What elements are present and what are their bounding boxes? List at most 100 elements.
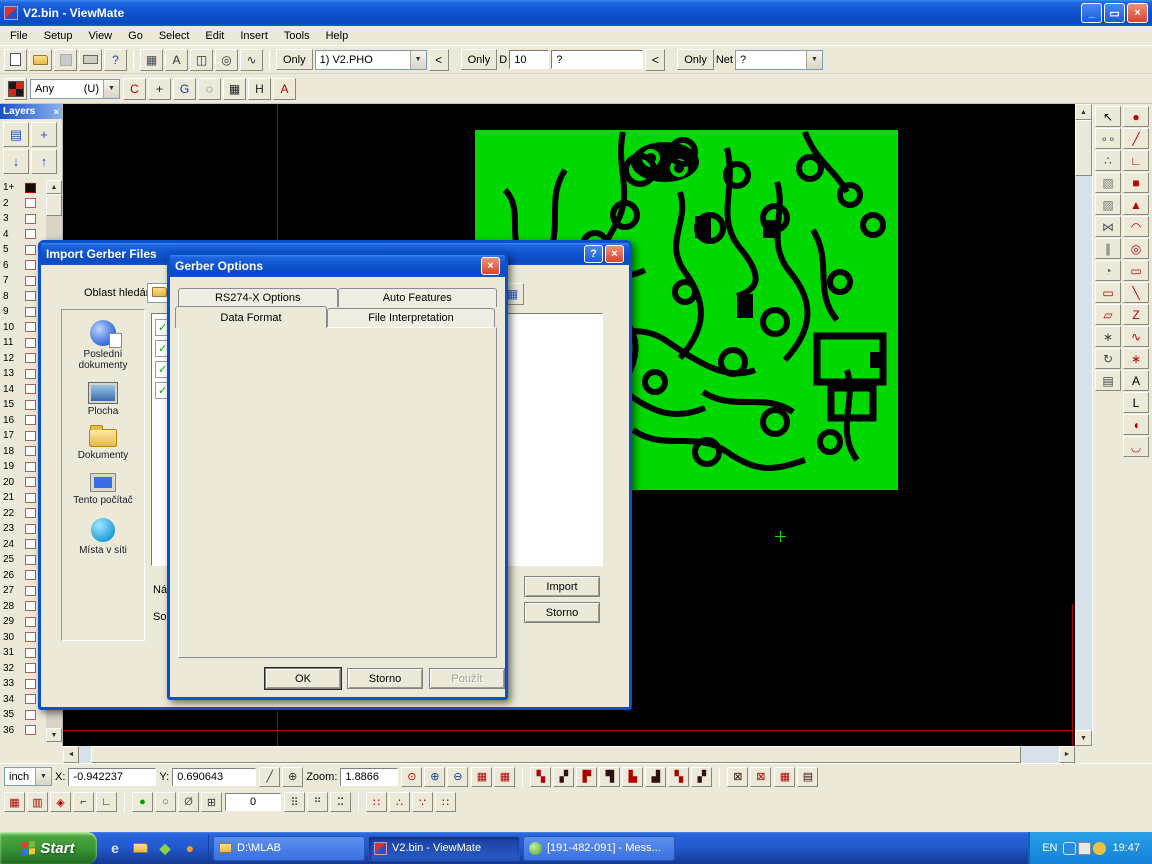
rotate-icon[interactable]: ↻ — [1095, 348, 1121, 369]
red-dots-1-icon[interactable]: ∷ — [366, 792, 387, 812]
cancel-button[interactable]: Storno — [347, 668, 423, 689]
pad-pattern-6-icon[interactable]: ▟ — [645, 767, 666, 787]
tool-bars-icon[interactable]: ◫ — [190, 49, 213, 71]
layer-color-box[interactable] — [25, 570, 36, 580]
layer-color-box[interactable] — [25, 601, 36, 611]
layer-color-box[interactable] — [25, 245, 36, 255]
layer-color-box[interactable] — [25, 617, 36, 627]
explorer-folder-icon[interactable] — [131, 839, 149, 857]
place-posledn-dokumenty[interactable]: Poslední dokumenty — [64, 320, 142, 371]
menu-insert[interactable]: Insert — [232, 28, 276, 44]
draw-rect-filled-icon[interactable]: ■ — [1123, 172, 1149, 193]
hatch-fill-icon[interactable]: ▨ — [1095, 194, 1121, 215]
print-icon[interactable] — [79, 49, 102, 71]
layer-color-box[interactable] — [25, 384, 36, 394]
output-icon[interactable]: ▤ — [1095, 370, 1121, 391]
layer-color-box[interactable] — [25, 276, 36, 286]
only-dcode-toggle[interactable]: Only — [461, 49, 498, 70]
layers-panel-header[interactable]: Layers × — [0, 104, 62, 119]
place-tento-po-ta[interactable]: Tento počítač — [64, 473, 142, 506]
dot-matrix-1-icon[interactable]: ⠿ — [284, 792, 305, 812]
scroll-down-icon[interactable]: ▼ — [1075, 730, 1092, 746]
layer-row[interactable]: 3 — [0, 211, 46, 227]
dcode-table-icon[interactable]: ▦ — [140, 49, 163, 71]
menu-file[interactable]: File — [2, 28, 36, 44]
dcode-filter-input[interactable]: ? — [551, 50, 643, 69]
horizontal-scrollbar[interactable]: ◄ ► — [63, 746, 1075, 763]
layer-row[interactable]: 2 — [0, 196, 46, 212]
mirror-icon[interactable]: ⋈ — [1095, 216, 1121, 237]
layer-color-box[interactable] — [25, 353, 36, 363]
draw-line-icon[interactable]: ╱ — [1123, 128, 1149, 149]
highlight-a-icon[interactable]: A — [273, 78, 296, 100]
help-button[interactable]: ? — [584, 245, 603, 263]
chart-icon[interactable]: ∿ — [240, 49, 263, 71]
layer-color-box[interactable] — [25, 648, 36, 658]
dot-matrix-2-icon[interactable]: ⠛ — [307, 792, 328, 812]
scroll-up-icon[interactable]: ▲ — [46, 180, 62, 194]
settings-gear-icon[interactable]: ∗ — [1095, 326, 1121, 347]
save-icon[interactable] — [54, 49, 77, 71]
start-button[interactable]: Start — [0, 832, 97, 864]
scroll-left-icon[interactable]: ◄ — [63, 746, 79, 763]
layer-color-box[interactable] — [25, 508, 36, 518]
layer-color-box[interactable] — [25, 694, 36, 704]
close-button[interactable]: × — [605, 245, 624, 263]
pad-pattern-3-icon[interactable]: ▛ — [576, 767, 597, 787]
scroll-up-icon[interactable]: ▲ — [1075, 104, 1092, 120]
layer-color-box[interactable] — [25, 477, 36, 487]
layer-color-box[interactable] — [25, 586, 36, 596]
close-button[interactable]: × — [1127, 3, 1148, 23]
red-dots-2-icon[interactable]: ∴ — [389, 792, 410, 812]
circle-tool-icon[interactable]: ○ — [155, 792, 176, 812]
layer-color-box[interactable] — [25, 322, 36, 332]
scroll-thumb[interactable] — [1075, 120, 1092, 176]
layer-color-box[interactable] — [25, 679, 36, 689]
pad-circle-icon[interactable]: ◌ — [198, 78, 221, 100]
pad-pattern-2-icon[interactable]: ▞ — [553, 767, 574, 787]
restore-button[interactable]: ▭ — [1104, 3, 1125, 23]
layer-color-box[interactable] — [25, 725, 36, 735]
close-button[interactable]: × — [481, 257, 500, 275]
zoom-in-icon[interactable]: ⊕ — [424, 767, 445, 787]
prev-dcode-button[interactable]: < — [645, 49, 665, 71]
place-dokumenty[interactable]: Dokumenty — [64, 429, 142, 461]
layer-color-box[interactable] — [25, 539, 36, 549]
layer-color-box[interactable] — [25, 493, 36, 503]
red-dots-3-icon[interactable]: ∵ — [412, 792, 433, 812]
menu-setup[interactable]: Setup — [36, 28, 81, 44]
layer-color-box[interactable] — [25, 524, 36, 534]
layer-row[interactable]: 1+ — [0, 180, 46, 196]
scroll-thumb[interactable] — [91, 746, 1021, 763]
highlight-g-icon[interactable]: G — [173, 78, 196, 100]
draw-rect-outline-icon[interactable]: ▭ — [1123, 260, 1149, 281]
layer-color-box[interactable] — [25, 400, 36, 410]
select-x-icon[interactable]: ⊠ — [727, 767, 748, 787]
draw-triangle-icon[interactable]: ▲ — [1123, 194, 1149, 215]
scroll-down-icon[interactable]: ▼ — [46, 728, 62, 742]
x-coordinate-field[interactable]: -0.942237 — [68, 768, 156, 786]
draw-polyline-icon[interactable]: ∟ — [1123, 150, 1149, 171]
layer-color-box[interactable] — [25, 260, 36, 270]
dashed-select-icon[interactable]: ▭ — [1095, 282, 1121, 303]
draw-sketch-icon[interactable]: ∿ — [1123, 326, 1149, 347]
chevron-down-icon[interactable]: ▼ — [35, 768, 51, 785]
close-icon[interactable]: × — [54, 107, 59, 117]
new-file-icon[interactable] — [4, 49, 27, 71]
layer-color-box[interactable] — [25, 462, 36, 472]
zoom-out-icon[interactable]: ⊖ — [447, 767, 468, 787]
pad-pattern-4-icon[interactable]: ▜ — [599, 767, 620, 787]
layer-color-box[interactable] — [25, 291, 36, 301]
layer-color-box[interactable] — [25, 710, 36, 720]
pad-pair-icon[interactable]: ∘∘ — [1095, 128, 1121, 149]
menu-help[interactable]: Help — [318, 28, 357, 44]
layer-color-box[interactable] — [25, 663, 36, 673]
layer-color-box[interactable] — [25, 446, 36, 456]
highlight-h-icon[interactable]: H — [248, 78, 271, 100]
layer-up-button[interactable]: ↑ — [31, 149, 57, 174]
layer-table-button[interactable]: ▤ — [3, 122, 29, 147]
grid-red2-icon[interactable]: ▥ — [27, 792, 48, 812]
status-light-icon[interactable]: ● — [132, 792, 153, 812]
draw-zigzag-icon[interactable]: Z — [1123, 304, 1149, 325]
layer-combobox[interactable]: 1) V2.PHO ▼ — [315, 50, 427, 70]
